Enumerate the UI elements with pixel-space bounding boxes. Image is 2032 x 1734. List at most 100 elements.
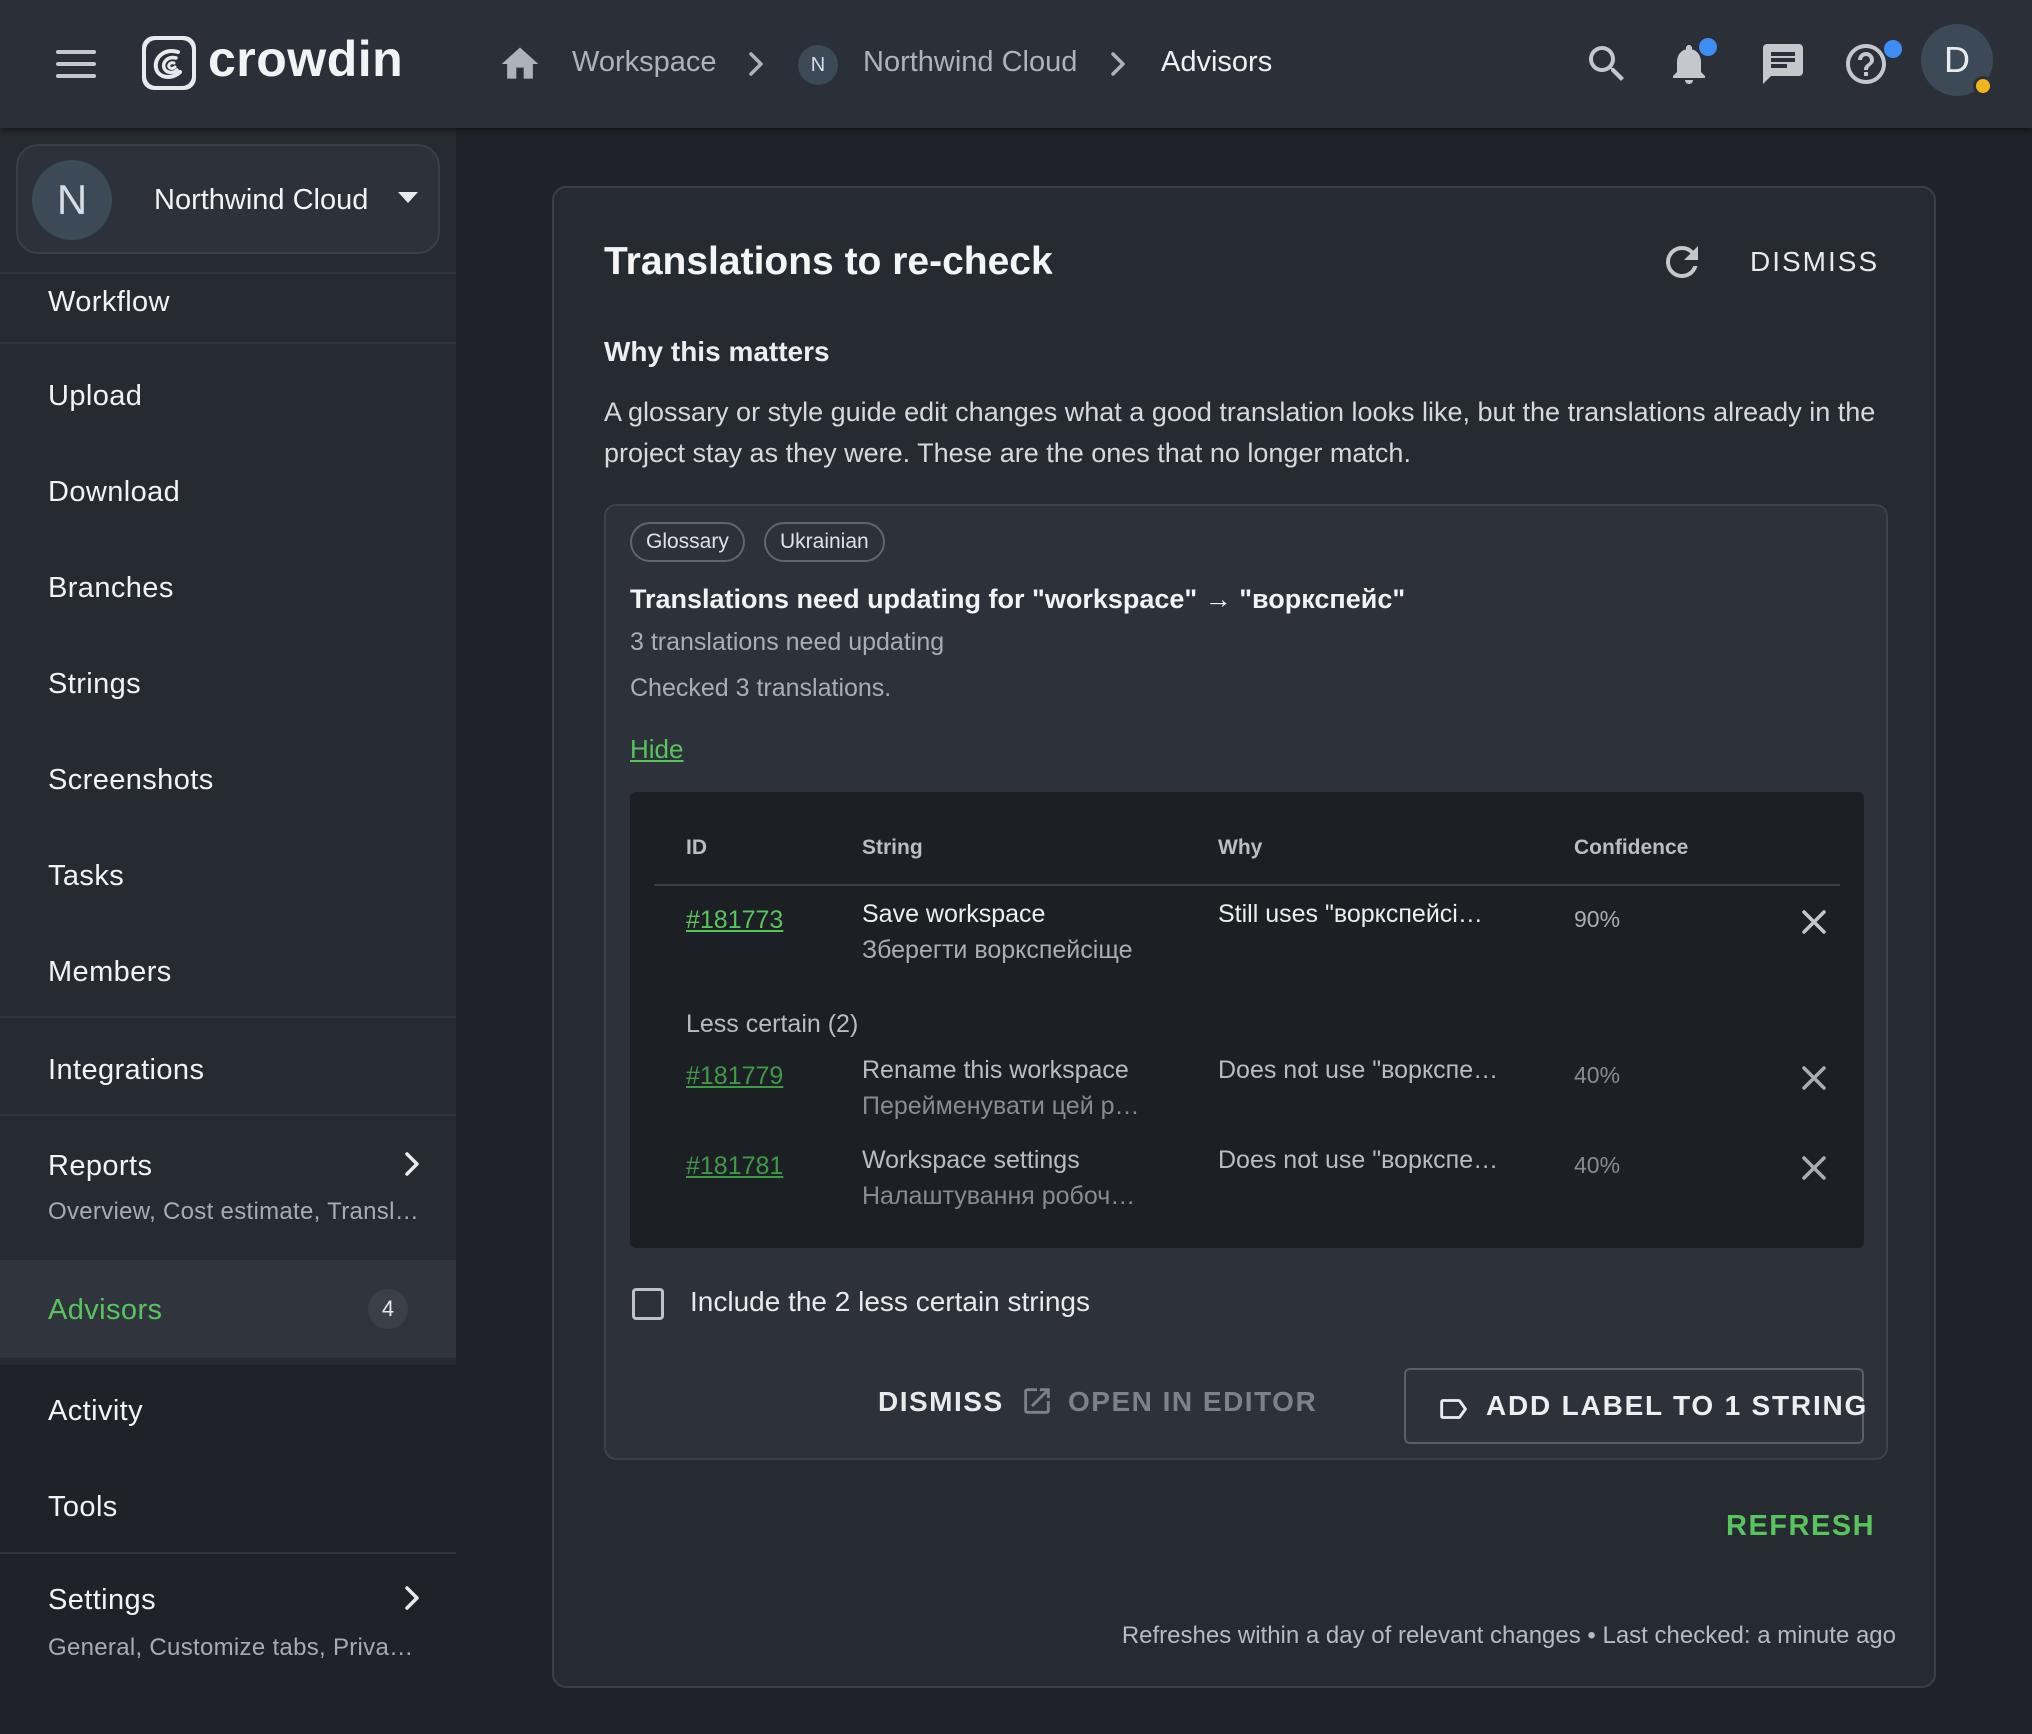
- card-title: Translations to re-check: [604, 240, 1053, 283]
- menu-icon[interactable]: [56, 50, 96, 78]
- sidebar-item-label: Settings: [48, 1584, 156, 1616]
- source-string: Rename this workspace: [862, 1056, 1129, 1084]
- sidebar-item-tools[interactable]: Tools: [0, 1461, 456, 1557]
- less-certain-label: Less certain (2): [686, 1010, 859, 1038]
- source-string: Save workspace: [862, 900, 1046, 928]
- sidebar-item-sub: Overview, Cost estimate, Transl…: [48, 1198, 420, 1225]
- sidebar-item-upload[interactable]: Upload: [0, 344, 456, 440]
- refresh-button[interactable]: REFRESH: [1726, 1510, 1875, 1543]
- status-dot: [1973, 76, 1993, 96]
- sidebar-item-label: Advisors: [48, 1294, 163, 1326]
- bell-icon[interactable]: [1665, 38, 1717, 88]
- confidence-value: 90%: [1574, 906, 1621, 932]
- search-icon[interactable]: [1583, 40, 1631, 88]
- translation-text: Перейменувати цей р…: [862, 1092, 1140, 1120]
- close-icon[interactable]: [1794, 1148, 1834, 1188]
- add-label-button[interactable]: ADD LABEL TO 1 STRING: [1404, 1368, 1866, 1444]
- breadcrumb-workspace[interactable]: Workspace: [572, 46, 717, 79]
- sidebar-item-reports[interactable]: Reports Overview, Cost estimate, Transl…: [0, 1116, 456, 1246]
- table-row: #181779 Rename this workspace Перейменув…: [630, 1048, 1864, 1138]
- sidebar-item-sub: General, Customize tabs, Priva…: [48, 1634, 414, 1661]
- top-bar: crowdin Workspace N Northwind Cloud Advi…: [0, 0, 2032, 128]
- divider: [654, 884, 1840, 886]
- include-less-certain-checkbox[interactable]: [632, 1288, 664, 1320]
- finding-checked-count: Checked 3 translations.: [630, 674, 892, 702]
- caret-down-icon: [398, 192, 418, 203]
- home-icon[interactable]: [498, 42, 542, 86]
- breadcrumb-current: Advisors: [1161, 46, 1273, 78]
- sidebar-item-label: Activity: [48, 1395, 144, 1427]
- dismiss-card-button[interactable]: DISMISS: [1750, 246, 1879, 278]
- sidebar-item-label: Integrations: [48, 1054, 205, 1086]
- finding-subtitle: 3 translations need updating: [630, 628, 945, 656]
- dismiss-finding-button[interactable]: DISMISS: [878, 1386, 1004, 1418]
- sidebar-item-label: Upload: [48, 380, 143, 412]
- notification-dot: [1884, 40, 1902, 58]
- reason-text: Does not use "воркспе…: [1218, 1056, 1499, 1084]
- sidebar-item-integrations[interactable]: Integrations: [0, 1018, 456, 1114]
- sidebar-item-label: Screenshots: [48, 764, 214, 796]
- translation-text: Зберегти воркспейсіще: [862, 936, 1133, 964]
- column-header-why: Why: [1218, 836, 1263, 859]
- chevron-right-icon: [1104, 46, 1132, 82]
- sidebar-item-label: Tools: [48, 1491, 118, 1523]
- finding-panel: Glossary Ukrainian Translations need upd…: [604, 504, 1888, 1460]
- sidebar-item-members[interactable]: Members: [0, 920, 456, 1016]
- sidebar-item-label: Branches: [48, 572, 174, 604]
- open-in-editor-label: OPEN IN EDITOR: [1068, 1386, 1318, 1417]
- add-label-text: ADD LABEL TO 1 STRING: [1486, 1390, 1869, 1421]
- column-header-id: ID: [686, 836, 707, 859]
- sidebar-item-strings[interactable]: Strings: [0, 632, 456, 728]
- close-icon[interactable]: [1794, 1058, 1834, 1098]
- help-icon[interactable]: [1842, 40, 1902, 88]
- sidebar-item-activity[interactable]: Activity: [0, 1365, 456, 1461]
- sidebar-item-advisors[interactable]: Advisors 4: [0, 1260, 456, 1358]
- refresh-icon[interactable]: [1658, 238, 1706, 286]
- why-heading: Why this matters: [604, 336, 830, 367]
- table-row: #181773 Save workspace Зберегти воркспей…: [630, 892, 1864, 982]
- finding-title: Translations need updating for "workspac…: [630, 584, 1406, 614]
- hide-link[interactable]: Hide: [630, 734, 683, 765]
- sidebar-item-settings[interactable]: Settings General, Customize tabs, Priva…: [0, 1554, 456, 1690]
- why-text: A glossary or style guide edit changes w…: [604, 397, 1876, 468]
- string-id-link[interactable]: #181781: [686, 1152, 783, 1181]
- sidebar-item-label: Strings: [48, 668, 142, 700]
- string-id-link[interactable]: #181779: [686, 1062, 783, 1091]
- chevron-right-icon: [742, 46, 770, 82]
- sidebar-item-label: Download: [48, 476, 181, 508]
- confidence-value: 40%: [1574, 1062, 1621, 1088]
- sidebar-item-label: Workflow: [48, 286, 170, 318]
- table-row: #181781 Workspace settings Налаштування …: [630, 1138, 1864, 1228]
- column-header-string: String: [862, 836, 923, 859]
- sidebar-item-tasks[interactable]: Tasks: [0, 824, 456, 920]
- notification-dot: [1699, 38, 1717, 56]
- chevron-right-icon: [398, 1580, 426, 1616]
- org-avatar: N: [32, 160, 112, 240]
- sidebar-item-label: Tasks: [48, 860, 125, 892]
- breadcrumb-org-avatar: N: [798, 45, 838, 85]
- breadcrumb-org[interactable]: Northwind Cloud: [863, 46, 1077, 79]
- include-less-certain-label[interactable]: Include the 2 less certain strings: [690, 1286, 1090, 1318]
- translation-text: Налаштування робоч…: [862, 1182, 1136, 1210]
- last-checked-footnote: Refreshes within a day of relevant chang…: [1121, 1622, 1896, 1649]
- count-badge: 4: [368, 1289, 408, 1329]
- sidebar-item-label: Members: [48, 956, 172, 988]
- org-switcher[interactable]: N Northwind Cloud: [16, 144, 440, 254]
- sidebar-item-label: Reports: [48, 1150, 153, 1182]
- reason-text: Does not use "воркспе…: [1218, 1146, 1499, 1174]
- crowdin-logo-icon[interactable]: [142, 36, 196, 90]
- sidebar-item-branches[interactable]: Branches: [0, 536, 456, 632]
- crowdin-logo-text[interactable]: crowdin: [208, 30, 403, 88]
- column-header-confidence: Confidence: [1574, 836, 1689, 859]
- string-id-link[interactable]: #181773: [686, 906, 783, 935]
- sidebar-item-screenshots[interactable]: Screenshots: [0, 728, 456, 824]
- reason-text: Still uses "воркспейсі…: [1218, 900, 1483, 928]
- sidebar-item-download[interactable]: Download: [0, 440, 456, 536]
- sidebar: N Northwind Cloud Workflow Upload Downlo…: [0, 128, 456, 1734]
- close-icon[interactable]: [1794, 902, 1834, 942]
- results-table: ID String Why Confidence #181773 Save wo…: [630, 792, 1864, 1248]
- confidence-value: 40%: [1574, 1152, 1621, 1178]
- org-name: Northwind Cloud: [154, 184, 369, 216]
- tag-chip: Ukrainian: [764, 522, 885, 562]
- chat-icon[interactable]: [1759, 40, 1807, 88]
